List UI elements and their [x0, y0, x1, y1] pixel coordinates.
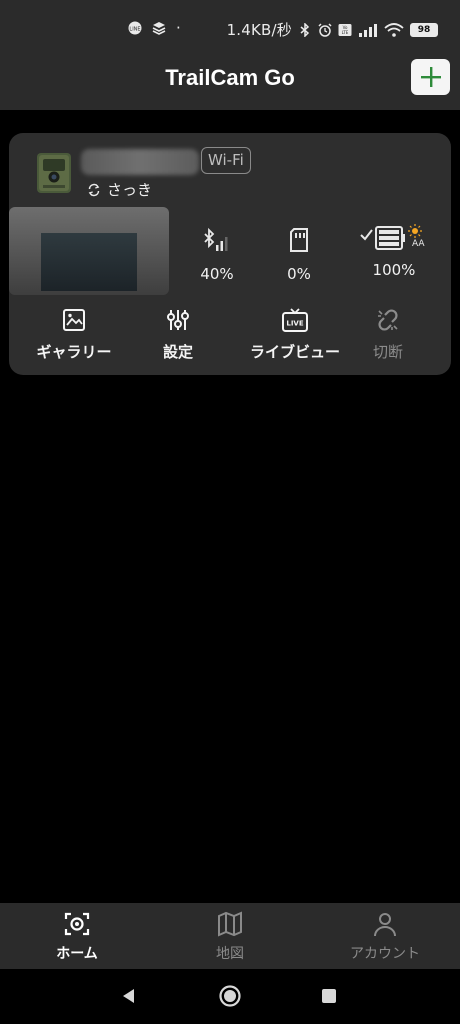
add-camera-button[interactable] — [411, 59, 450, 95]
volte-icon: Vo LTE — [338, 23, 352, 36]
gallery-label: ギャラリー — [36, 343, 112, 361]
back-triangle-icon — [123, 989, 134, 1003]
live-view-label: ライブビュー — [249, 343, 340, 361]
camera-card[interactable]: Wi-Fi さっき 40% 0% AA 100% ギャラリー 設定 LIVE ラ… — [9, 133, 451, 375]
unlink-icon — [378, 309, 398, 331]
sd-card-usage: 0% — [269, 227, 329, 283]
sliders-icon — [167, 310, 189, 330]
nav-back-button[interactable] — [116, 983, 142, 1009]
preview-image — [41, 233, 137, 291]
alarm-icon — [318, 22, 332, 37]
app-root: LINE · 1.4KB/秒 Vo LTE 98 TrailCam Go Wi-… — [0, 0, 460, 1024]
map-icon — [218, 911, 242, 937]
battery-type: AA — [412, 239, 425, 249]
tab-map-label: 地図 — [216, 946, 244, 962]
recents-square-icon — [322, 989, 336, 1003]
gallery-button[interactable]: ギャラリー — [29, 307, 119, 362]
camera-name-redacted — [81, 149, 199, 175]
tab-map[interactable]: 地図 — [200, 911, 260, 963]
status-left: LINE · — [128, 19, 181, 37]
sd-card-icon — [290, 228, 308, 252]
sd-card-value: 0% — [287, 265, 311, 283]
page-title: TrailCam Go — [165, 65, 295, 90]
bottom-tab-bar: ホーム 地図 アカウント — [0, 903, 460, 969]
bluetooth-signal-icon — [204, 227, 228, 251]
layers-icon — [152, 22, 166, 35]
signal-strength: 40% — [185, 227, 249, 283]
home-circle-icon — [219, 985, 241, 1007]
status-dot: · — [176, 19, 181, 37]
tab-home[interactable]: ホーム — [40, 911, 114, 963]
battery-level: AA 100% — [359, 223, 429, 279]
disconnect-button[interactable]: 切断 — [363, 307, 413, 362]
settings-label: 設定 — [162, 343, 193, 361]
status-right: 1.4KB/秒 Vo LTE 98 — [227, 19, 438, 40]
home-camera-icon — [64, 912, 90, 936]
latest-photo-preview[interactable] — [9, 207, 169, 295]
nav-recents-button[interactable] — [316, 983, 342, 1009]
nav-home-button[interactable] — [217, 983, 243, 1009]
person-icon — [374, 913, 396, 937]
svg-text:LINE: LINE — [129, 27, 140, 33]
status-bar: LINE · 1.4KB/秒 Vo LTE 98 — [0, 0, 460, 60]
svg-text:LIVE: LIVE — [286, 320, 303, 328]
app-header: TrailCam Go — [0, 59, 460, 110]
live-view-button[interactable]: LIVE ライブビュー — [233, 307, 357, 362]
system-nav-bar — [0, 969, 460, 1024]
tab-home-label: ホーム — [56, 946, 98, 962]
camera-thumbnail — [37, 153, 71, 193]
sync-icon — [88, 183, 100, 196]
tab-account[interactable]: アカウント — [340, 911, 430, 963]
signal-icon — [359, 23, 377, 37]
live-tv-icon: LIVE — [282, 308, 308, 332]
sync-label: さっき — [107, 181, 153, 199]
bluetooth-icon — [300, 22, 310, 37]
signal-value: 40% — [200, 265, 234, 283]
line-icon: LINE — [128, 21, 142, 35]
wifi-icon — [384, 22, 404, 37]
svg-text:LTE: LTE — [342, 30, 349, 35]
battery-value: 100% — [372, 261, 416, 279]
settings-button[interactable]: 設定 — [151, 307, 205, 362]
tab-account-label: アカウント — [350, 946, 420, 962]
sync-status: さっき — [87, 179, 152, 200]
network-speed: 1.4KB/秒 — [226, 21, 292, 39]
battery-icon: 98 — [410, 22, 438, 37]
connection-badge: Wi-Fi — [201, 147, 251, 174]
trail-camera-icon — [39, 155, 69, 191]
gallery-icon — [63, 309, 85, 331]
disconnect-label: 切断 — [372, 343, 403, 361]
plus-icon — [420, 67, 441, 87]
